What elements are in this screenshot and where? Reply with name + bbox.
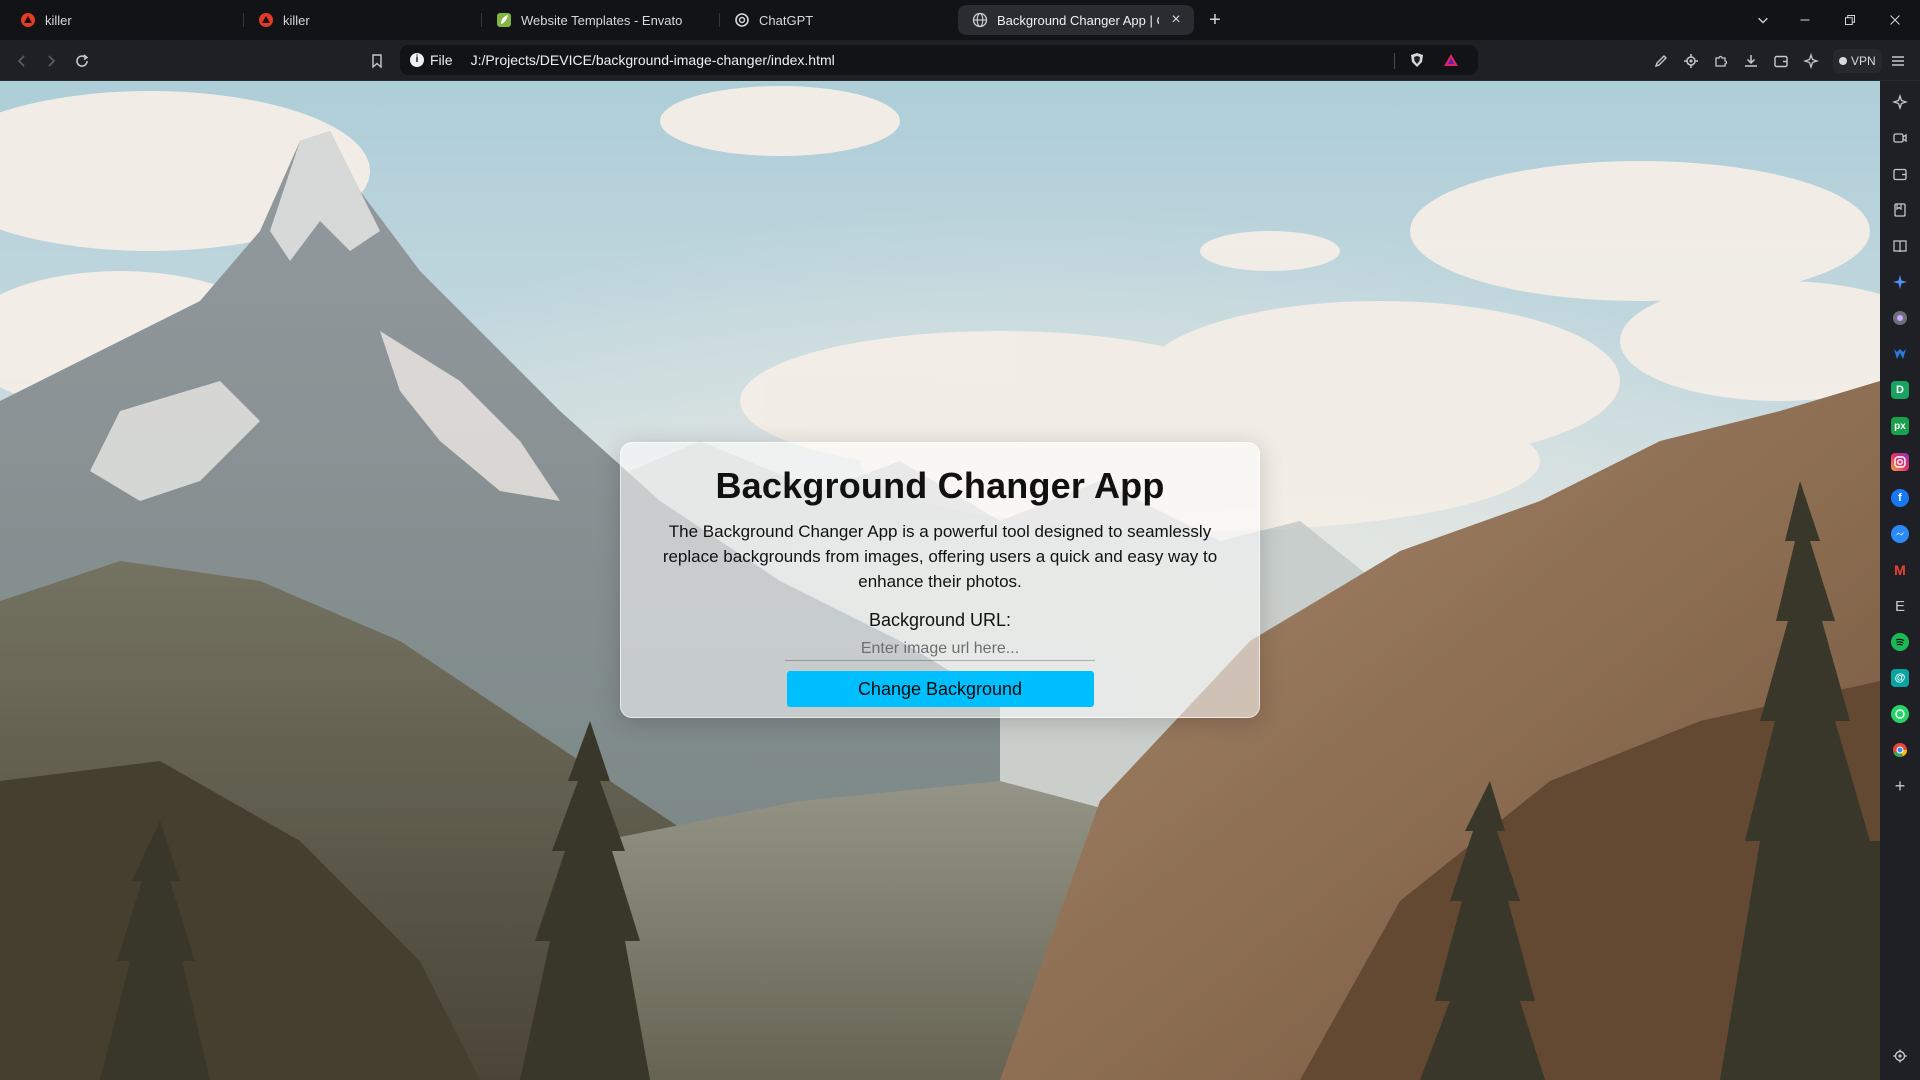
sparkle-icon <box>1803 53 1819 69</box>
reload-icon <box>76 54 89 67</box>
forward-button[interactable] <box>38 48 64 74</box>
info-icon: i <box>410 53 424 67</box>
tab-strip: killer killer Website Templates - Envato… <box>0 0 1920 40</box>
leo-ai-icon[interactable] <box>1891 93 1909 111</box>
vpn-label: VPN <box>1851 54 1876 68</box>
tab-search-button[interactable] <box>1741 0 1785 40</box>
close-window-button[interactable] <box>1873 0 1917 40</box>
bookmark-icon <box>372 54 382 69</box>
wallet-button[interactable] <box>1768 48 1794 74</box>
puzzle-icon <box>1715 55 1728 67</box>
tab-killer-2[interactable]: killer <box>244 5 482 35</box>
address-bar[interactable]: i File J:/Projects/DEVICE/background-ima… <box>400 45 1478 75</box>
leo-button[interactable] <box>1648 48 1674 74</box>
close-icon <box>1890 15 1900 25</box>
url-text[interactable]: J:/Projects/DEVICE/background-image-chan… <box>471 52 835 68</box>
background-url-label: Background URL: <box>868 610 1012 630</box>
malwarebytes-icon[interactable] <box>1891 345 1909 363</box>
brave-talk-icon[interactable] <box>1891 129 1909 147</box>
vpn-status-icon <box>1839 57 1847 65</box>
bookmark-button[interactable] <box>364 48 390 74</box>
hamburger-menu-icon <box>1892 56 1904 66</box>
globe-icon <box>972 12 988 28</box>
browser-window: killer killer Website Templates - Envato… <box>0 0 1920 1080</box>
tab-killer-1[interactable]: killer <box>6 5 244 35</box>
scheme-label: File <box>430 52 453 68</box>
instagram-icon[interactable] <box>1891 453 1909 471</box>
back-button[interactable] <box>9 48 35 74</box>
tab-envato[interactable]: Website Templates - Envato <box>482 5 720 35</box>
arrow-left-icon <box>17 55 25 67</box>
reading-list-icon[interactable] <box>1891 237 1909 255</box>
tab-background-changer[interactable]: Background Changer App | Code × <box>958 5 1194 35</box>
tab-title: killer <box>45 12 72 28</box>
extension-button[interactable] <box>1678 48 1704 74</box>
add-panel-icon[interactable]: + <box>1891 776 1909 796</box>
restore-button[interactable] <box>1828 0 1872 40</box>
settings-icon[interactable] <box>1891 1047 1909 1065</box>
new-tab-button[interactable]: + <box>1200 5 1230 35</box>
pixabay-icon[interactable]: px <box>1891 417 1909 435</box>
whatsapp-icon[interactable] <box>1891 705 1909 723</box>
download-icon <box>1745 55 1757 67</box>
wallet-icon <box>1774 55 1788 68</box>
app-title: Background Changer App <box>715 465 1165 506</box>
envato-e-icon[interactable]: E <box>1891 597 1909 615</box>
brave-rewards-button[interactable] <box>1438 47 1464 73</box>
chevron-down-icon <box>1758 17 1768 24</box>
reload-button[interactable] <box>69 48 95 74</box>
brave-news-icon[interactable] <box>1891 309 1909 327</box>
background-url-input[interactable] <box>785 637 1095 661</box>
brave-shields-button[interactable] <box>1404 47 1430 73</box>
brave-lion-icon <box>258 12 274 28</box>
url-divider <box>1394 53 1395 69</box>
sparkle-icon[interactable] <box>1891 273 1909 291</box>
tab-close-icon[interactable]: × <box>1168 12 1184 28</box>
envato-leaf-icon <box>496 12 512 28</box>
app-card: Background Changer App The Background Ch… <box>620 442 1260 718</box>
brave-shield-icon <box>1411 53 1423 67</box>
downloads-button[interactable] <box>1738 48 1764 74</box>
tab-chatgpt[interactable]: ChatGPT <box>720 5 958 35</box>
change-background-button[interactable]: Change Background <box>786 671 1094 707</box>
main-menu-button[interactable] <box>1885 48 1911 74</box>
arrow-right-icon <box>48 55 56 67</box>
threads-icon[interactable]: @ <box>1891 669 1909 687</box>
tab-title: killer <box>283 12 310 28</box>
extensions-menu-button[interactable] <box>1708 48 1734 74</box>
brave-lion-icon <box>20 12 36 28</box>
green-app-icon[interactable]: D <box>1891 381 1909 399</box>
messenger-icon[interactable] <box>1891 525 1909 543</box>
restore-icon <box>1845 15 1855 25</box>
vpn-button[interactable]: VPN <box>1833 49 1882 73</box>
page-viewport: Background Changer App The Background Ch… <box>0 81 1880 1080</box>
facebook-icon[interactable]: f <box>1891 489 1909 507</box>
minimize-icon <box>1800 19 1810 21</box>
gear-extension-icon <box>1684 54 1698 68</box>
brave-rewards-icon <box>1444 54 1458 66</box>
tab-title: Website Templates - Envato <box>521 12 683 28</box>
pen-icon <box>1654 55 1667 68</box>
site-info-button[interactable]: i File <box>410 52 453 68</box>
app-description: The Background Changer App is a powerful… <box>662 522 1218 591</box>
chrome-icon[interactable] <box>1891 741 1909 759</box>
browser-sidebar: D px f M E @ + <box>1880 81 1920 1080</box>
spotify-icon[interactable] <box>1891 633 1909 651</box>
leo-ai-button[interactable] <box>1798 48 1824 74</box>
tab-title: ChatGPT <box>759 12 814 28</box>
wallet-icon[interactable] <box>1891 165 1909 183</box>
navigation-toolbar: i File J:/Projects/DEVICE/background-ima… <box>0 40 1920 81</box>
bookmarks-icon[interactable] <box>1891 201 1909 219</box>
tab-title: Background Changer App | Code <box>997 12 1159 28</box>
minimize-button[interactable] <box>1783 0 1827 40</box>
openai-icon <box>734 12 750 28</box>
gmail-icon[interactable]: M <box>1891 561 1909 579</box>
